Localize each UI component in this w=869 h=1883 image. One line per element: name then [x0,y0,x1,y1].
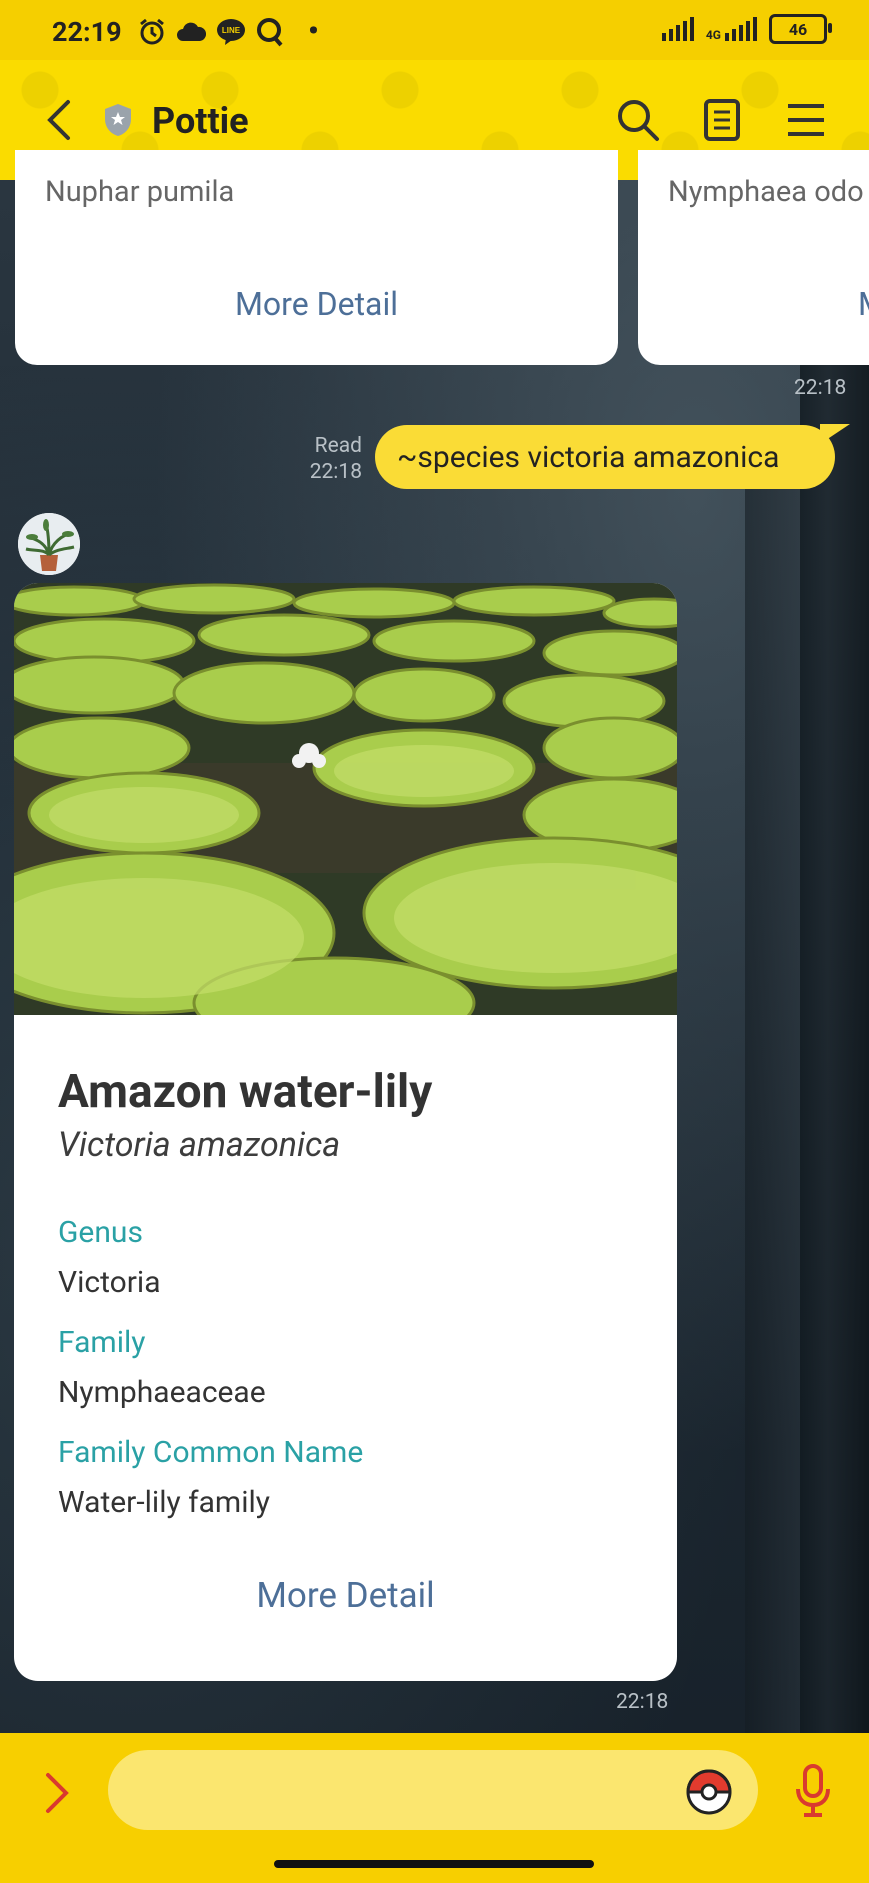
more-detail-button[interactable]: M [858,285,869,323]
species-card-top-1: Nuphar pumila More Detail [15,150,618,365]
chat-title: Pottie [152,100,249,142]
card-scientific-name: Nymphaea odo [668,175,864,209]
signal-icon-2 [725,17,757,41]
species-card: Amazon water-lily Victoria amazonica Gen… [14,583,677,1681]
line-app-icon: LINE [217,19,245,45]
back-button[interactable] [40,98,80,142]
genus-value: Victoria [58,1265,161,1300]
family-common-name-value: Water-lily family [58,1485,270,1520]
message-timestamp: 22:18 [616,1690,669,1714]
read-label: Read [314,434,362,458]
microphone-icon[interactable] [794,1763,832,1819]
search-icon[interactable] [616,98,660,142]
status-bar: 22:19 LINE • 4G 46 [0,0,869,60]
family-common-name-label: Family Common Name [58,1435,364,1470]
background-tree-trunk [800,180,869,1733]
menu-icon[interactable] [786,102,826,138]
status-notification-icons: LINE [138,17,284,47]
bot-avatar[interactable] [18,513,80,575]
q-app-icon [257,18,283,47]
status-time: 22:19 [52,16,122,48]
outgoing-message-bubble[interactable]: ~species victoria amazonica [375,425,835,489]
shield-icon [105,104,131,136]
notes-icon[interactable] [703,98,741,142]
background-tree [745,450,800,1733]
species-scientific-name: Victoria amazonica [58,1125,341,1165]
message-text: ~species victoria amazonica [397,439,780,475]
home-indicator[interactable] [274,1860,594,1868]
svg-text:LINE: LINE [222,26,241,35]
message-input[interactable] [108,1750,758,1830]
network-type: 4G [705,28,721,42]
more-detail-button[interactable]: More Detail [14,1575,677,1616]
species-card-top-2: Nymphaea odo M [638,150,869,365]
cloud-icon [177,22,206,41]
expand-menu-button[interactable] [42,1771,72,1815]
species-common-name: Amazon water-lily [58,1065,433,1119]
battery-icon: 46 [769,14,832,44]
notification-dot-icon: • [308,14,319,49]
family-label: Family [58,1325,146,1360]
read-receipt: Read 22:18 [300,433,362,485]
status-right-icons: 4G 46 [661,14,832,44]
pokeball-icon[interactable] [686,1769,732,1815]
signal-icon [661,17,694,41]
family-value: Nymphaeaceae [58,1375,266,1410]
system-nav-bar [0,1848,869,1883]
more-detail-button[interactable]: More Detail [15,285,618,323]
card-scientific-name: Nuphar pumila [45,175,235,209]
genus-label: Genus [58,1215,143,1250]
message-timestamp: 22:18 [309,460,362,484]
message-input-bar [0,1733,869,1848]
species-photo [14,583,677,1015]
alarm-icon [140,18,164,45]
battery-level: 46 [788,19,808,39]
message-timestamp: 22:18 [794,376,847,400]
